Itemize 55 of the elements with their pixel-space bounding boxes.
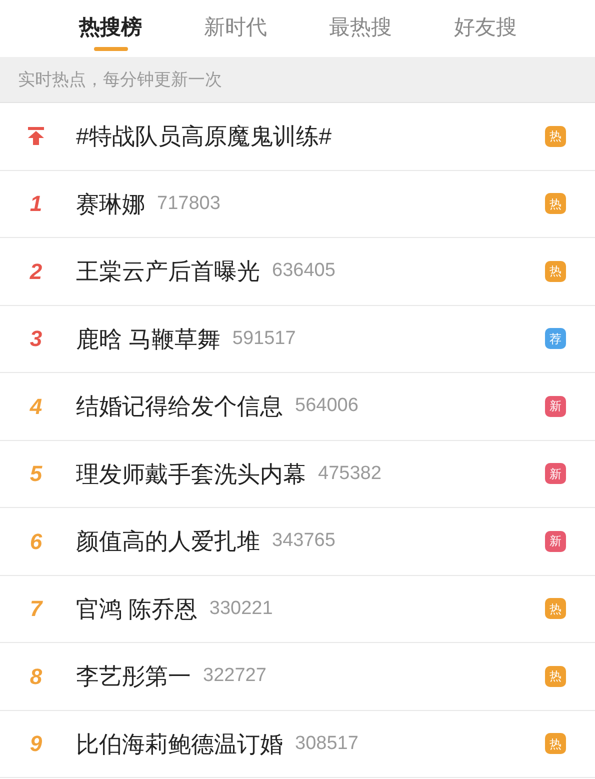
tab[interactable]: 新时代	[173, 0, 298, 57]
rank-number: 8	[30, 662, 42, 691]
trend-row[interactable]: 5 理发师戴手套洗头内幕 475382 新	[0, 440, 595, 508]
trend-badge: 热	[545, 126, 566, 147]
trend-badge: 新	[545, 463, 566, 484]
trend-badge: 热	[545, 598, 566, 620]
trend-title: #特战队员高原魔鬼训练#	[76, 122, 332, 151]
trend-row[interactable]: 6 颜值高的人爱扎堆 343765 新	[0, 508, 595, 576]
tab[interactable]: 热搜榜	[48, 0, 173, 57]
trend-badge: 新	[545, 530, 566, 552]
trend-title: 颜值高的人爱扎堆	[76, 527, 260, 556]
trend-badge: 热	[545, 260, 566, 282]
search-count: 564006	[295, 394, 358, 418]
trend-row[interactable]: 7 官鸿 陈乔恩 330221 热	[0, 576, 595, 643]
rank-number: 1	[30, 190, 42, 218]
search-count: 308517	[295, 732, 358, 756]
rank-number: 5	[30, 460, 42, 488]
rank-number: 4	[30, 392, 42, 421]
trend-title: 官鸿 陈乔恩	[76, 594, 198, 624]
tab-underline	[94, 47, 128, 51]
trend-badge: 热	[545, 733, 566, 754]
trend-title: 王棠云产后首曝光	[76, 257, 260, 286]
trend-badge: 热	[545, 193, 566, 214]
trend-row[interactable]: 2 王棠云产后首曝光 636405 热	[0, 238, 595, 306]
notice-text: 实时热点，每分钟更新一次	[18, 68, 222, 91]
trend-badge: 荐	[545, 328, 566, 350]
trend-badge: 新	[545, 396, 566, 417]
search-count: 717803	[157, 192, 220, 216]
rank-number: 2	[30, 258, 42, 286]
search-count: 591517	[232, 326, 296, 350]
search-count: 343765	[272, 529, 336, 553]
trend-title: 比伯海莉鲍德温订婚	[76, 730, 283, 758]
rank-number: 3	[30, 325, 42, 354]
trend-row[interactable]: 9 比伯海莉鲍德温订婚 308517 热	[0, 710, 595, 778]
search-count: 636405	[272, 259, 336, 283]
trend-row[interactable]: 4 结婚记得给发个信息 564006 新	[0, 373, 595, 440]
trend-title: 理发师戴手套洗头内幕	[76, 460, 306, 488]
rank-number: 6	[30, 528, 42, 556]
trend-row[interactable]: 8 李艺彤第一 322727 热	[0, 643, 595, 710]
search-count: 330221	[209, 596, 273, 620]
pin-top-icon	[27, 126, 45, 146]
trend-title: 鹿晗 马鞭草舞	[76, 324, 220, 354]
trend-row[interactable]: 1 赛琳娜 717803 热	[0, 170, 595, 238]
trend-title: 李艺彤第一	[76, 662, 191, 691]
trend-title: 结婚记得给发个信息	[76, 392, 283, 421]
trend-row[interactable]: 3 鹿晗 马鞭草舞 591517 荐	[0, 306, 595, 373]
search-count: 475382	[318, 462, 382, 486]
tab[interactable]: 好友搜	[423, 0, 548, 57]
rank-number: 7	[30, 595, 42, 624]
trend-row[interactable]: #特战队员高原魔鬼训练# 热	[0, 103, 595, 170]
tab[interactable]: 最热搜	[298, 0, 423, 57]
search-count: 322727	[203, 664, 266, 688]
trend-badge: 热	[545, 666, 566, 687]
rank-number: 9	[30, 730, 42, 758]
trend-title: 赛琳娜	[76, 190, 145, 218]
